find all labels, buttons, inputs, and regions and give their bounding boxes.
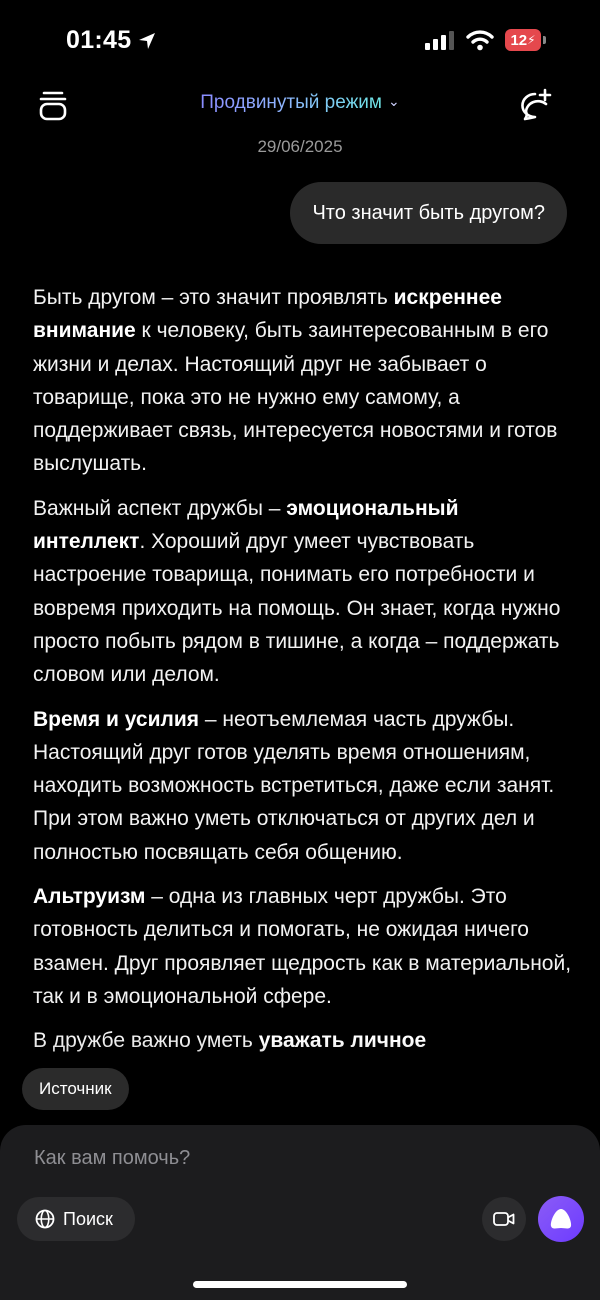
new-chat-icon[interactable]: [518, 88, 552, 122]
alice-voice-button[interactable]: [538, 1196, 584, 1242]
alice-icon: [550, 1209, 572, 1229]
answer-paragraph: Альтруизм – одна из главных черт дружбы.…: [33, 880, 573, 1013]
status-bar: 01:45 12 ⚡: [0, 0, 600, 80]
video-button[interactable]: [482, 1197, 526, 1241]
source-button[interactable]: Источник: [22, 1068, 129, 1110]
clock-time: 01:45: [66, 26, 132, 54]
clock: 01:45: [66, 26, 157, 55]
answer-text: к человеку, быть заинтересованным в его …: [33, 319, 558, 476]
globe-icon: [35, 1209, 55, 1229]
answer-text: Быть другом – это значит проявлять: [33, 286, 394, 309]
answer-paragraph: Время и усилия – неотъемлемая часть друж…: [33, 703, 573, 869]
chevron-down-icon: ⌄: [387, 93, 400, 109]
video-icon: [493, 1212, 515, 1226]
wifi-icon: [466, 30, 494, 51]
battery-icon: 12 ⚡: [505, 29, 547, 51]
answer-bold-text: Альтруизм: [33, 885, 146, 909]
search-toggle-button[interactable]: Поиск: [17, 1197, 135, 1241]
answer-bold-text: Время и усилия: [33, 707, 200, 731]
user-message-bubble: Что значит быть другом?: [290, 182, 567, 244]
mode-title: Продвинутый режим: [200, 92, 382, 113]
battery-level: 12: [510, 31, 528, 49]
message-input[interactable]: Как вам помочь?: [34, 1147, 190, 1170]
location-arrow-icon: [139, 32, 156, 49]
answer-text: . Хороший друг умеет чувствовать настрое…: [33, 530, 561, 687]
home-indicator: [193, 1281, 407, 1288]
assistant-answer: Быть другом – это значит проявлять искре…: [33, 281, 573, 1069]
answer-paragraph: Важный аспект дружбы – эмоциональный инт…: [33, 492, 573, 692]
mode-selector[interactable]: Продвинутый режим ⌄: [0, 92, 600, 114]
answer-text: Важный аспект дружбы –: [33, 496, 287, 520]
answer-paragraph: Быть другом – это значит проявлять искре…: [33, 281, 573, 481]
chat-date: 29/06/2025: [257, 137, 343, 156]
search-label: Поиск: [63, 1208, 113, 1229]
cellular-signal-icon: [425, 30, 454, 50]
